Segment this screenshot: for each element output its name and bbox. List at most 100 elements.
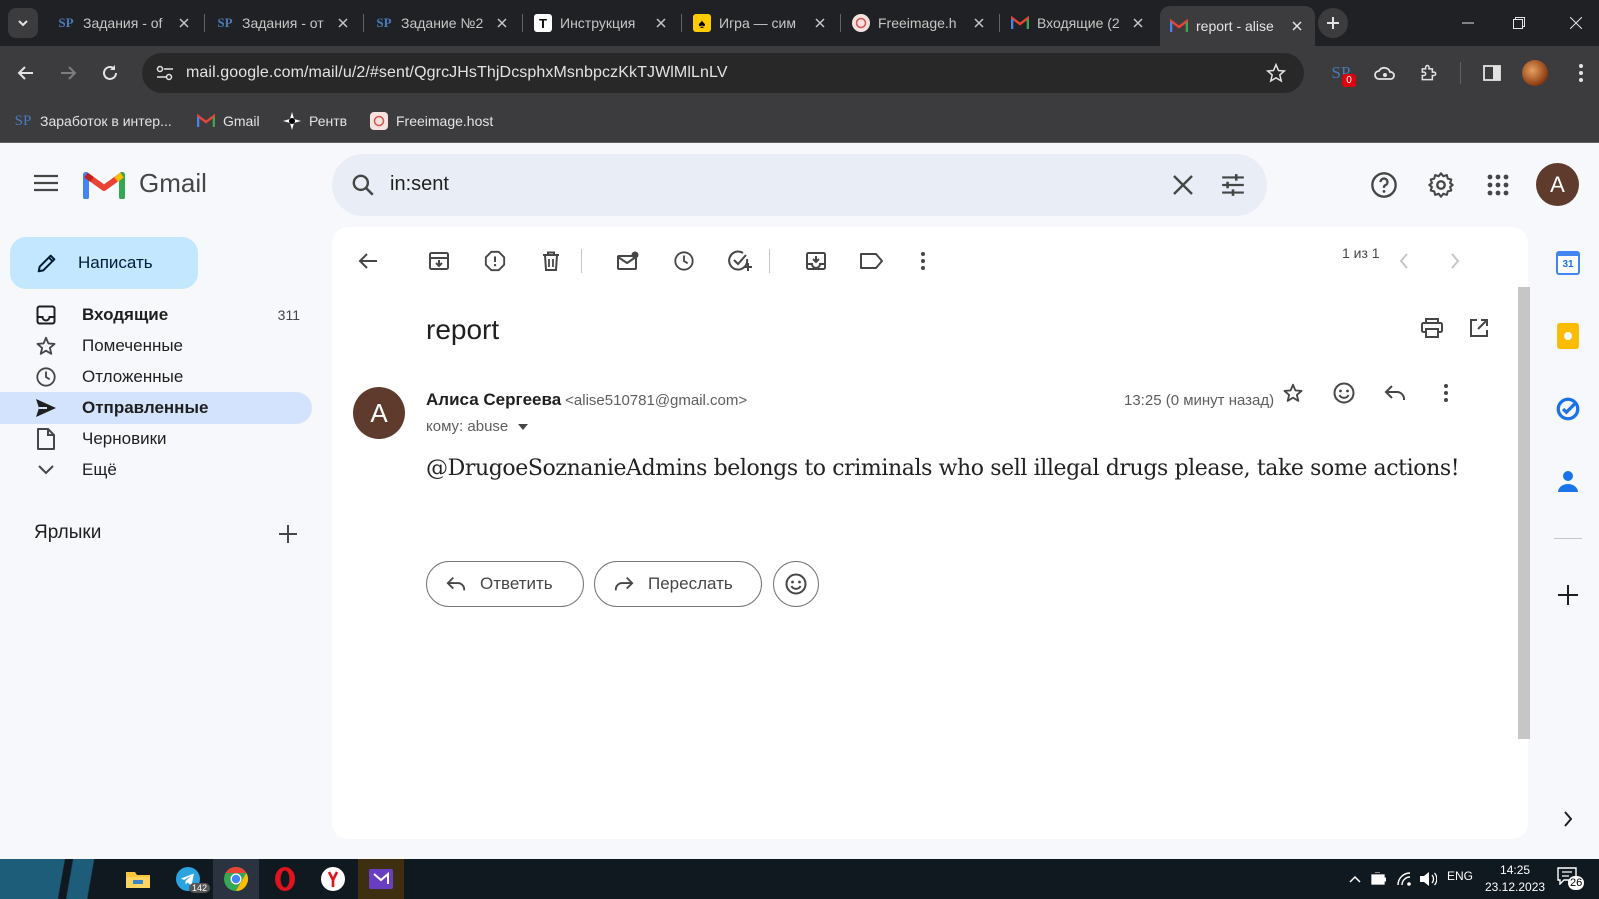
add-to-tasks-button[interactable]: [722, 243, 758, 279]
older-button[interactable]: [1437, 243, 1473, 279]
browser-tab[interactable]: SP Задания - от: [206, 6, 361, 40]
clear-search-icon[interactable]: [1172, 174, 1194, 196]
search-icon[interactable]: [350, 172, 376, 198]
close-window-button[interactable]: [1553, 8, 1599, 38]
reply-icon-button[interactable]: [1377, 375, 1413, 411]
taskbar-clock[interactable]: 14:25 23.12.2023: [1485, 862, 1545, 896]
more-actions-button[interactable]: [905, 243, 941, 279]
site-settings-icon[interactable]: [156, 65, 174, 81]
side-panel-button[interactable]: [1477, 58, 1507, 88]
compose-button[interactable]: Написать: [10, 237, 198, 289]
browser-tab[interactable]: T Инструкция: [524, 6, 679, 40]
bookmark-item[interactable]: Freeimage.host: [370, 109, 493, 133]
delete-button[interactable]: [533, 243, 569, 279]
nav-drafts[interactable]: Черновики: [0, 423, 312, 455]
search-options-icon[interactable]: [1220, 172, 1246, 198]
close-tab-icon[interactable]: [812, 15, 828, 31]
gmail-logo[interactable]: Gmail: [83, 167, 207, 199]
close-tab-icon[interactable]: [971, 15, 987, 31]
opera-button[interactable]: [262, 859, 308, 899]
tasks-app-button[interactable]: [1548, 389, 1588, 429]
browser-tab[interactable]: SP Задание №2: [365, 6, 520, 40]
address-bar[interactable]: mail.google.com/mail/u/2/#sent/QgrcJHsTh…: [142, 53, 1304, 93]
caret-down-icon[interactable]: [518, 423, 529, 430]
keep-app-button[interactable]: [1548, 316, 1588, 356]
contacts-app-button[interactable]: [1548, 461, 1588, 501]
tab-search-button[interactable]: [8, 8, 38, 38]
nav-snoozed[interactable]: Отложенные: [0, 361, 312, 393]
browser-tab[interactable]: Входящие (2: [1001, 6, 1156, 40]
network-icon[interactable]: [1397, 872, 1413, 886]
browser-tab[interactable]: ♠ Игра — сим: [683, 6, 838, 40]
search-input[interactable]: in:sent: [390, 173, 449, 196]
browser-tab-active[interactable]: report - alise: [1160, 6, 1315, 46]
get-addons-button[interactable]: [1548, 575, 1588, 615]
reload-button[interactable]: [95, 58, 125, 88]
language-indicator[interactable]: ENG: [1447, 869, 1473, 883]
star-message-button[interactable]: [1275, 375, 1311, 411]
chrome-taskbar-button[interactable]: [213, 859, 259, 899]
media-app-button[interactable]: [358, 859, 404, 899]
nav-sent[interactable]: Отправленные: [0, 392, 312, 424]
bookmark-item[interactable]: Рентв: [283, 109, 347, 133]
calendar-app-button[interactable]: 31: [1548, 243, 1588, 283]
account-avatar[interactable]: A: [1536, 163, 1579, 206]
main-menu-button[interactable]: [28, 165, 64, 201]
back-to-list-button[interactable]: [350, 243, 386, 279]
forward-button[interactable]: [53, 58, 83, 88]
open-new-window-button[interactable]: [1461, 310, 1497, 346]
browser-tab[interactable]: Freeimage.h: [842, 6, 997, 40]
battery-icon[interactable]: [1371, 872, 1387, 886]
cloud-extension[interactable]: [1370, 58, 1400, 88]
chrome-menu-button[interactable]: [1566, 58, 1596, 88]
close-tab-icon[interactable]: [494, 15, 510, 31]
snooze-button[interactable]: [666, 243, 702, 279]
tray-expand-icon[interactable]: [1349, 875, 1361, 883]
print-button[interactable]: [1414, 310, 1450, 346]
nav-inbox[interactable]: Входящие 311: [0, 299, 312, 331]
extensions-button[interactable]: [1414, 58, 1444, 88]
start-button[interactable]: [0, 859, 110, 899]
search-bar[interactable]: in:sent: [332, 154, 1267, 216]
recipient-line[interactable]: кому: abuse: [426, 418, 529, 435]
notifications-button[interactable]: 26: [1557, 867, 1585, 891]
bookmark-item[interactable]: Gmail: [197, 109, 260, 133]
volume-icon[interactable]: [1419, 871, 1437, 887]
close-tab-icon[interactable]: [1130, 15, 1146, 31]
add-reaction-button[interactable]: [1326, 375, 1362, 411]
newer-button[interactable]: [1386, 243, 1422, 279]
message-more-button[interactable]: [1428, 375, 1464, 411]
profile-button[interactable]: [1520, 58, 1550, 88]
hide-side-panel-button[interactable]: [1548, 799, 1588, 839]
close-tab-icon[interactable]: [176, 15, 192, 31]
apps-button[interactable]: [1480, 167, 1516, 203]
close-tab-icon[interactable]: [1289, 18, 1305, 34]
reply-button[interactable]: Ответить: [426, 561, 584, 607]
close-tab-icon[interactable]: [653, 15, 669, 31]
scrollbar[interactable]: [1518, 287, 1530, 739]
forward-button[interactable]: Переслать: [594, 561, 762, 607]
help-button[interactable]: [1366, 167, 1402, 203]
move-to-button[interactable]: [798, 243, 834, 279]
labels-button[interactable]: [854, 243, 890, 279]
add-label-button[interactable]: [276, 522, 300, 546]
back-button[interactable]: [11, 58, 41, 88]
emoji-reaction-button[interactable]: [773, 561, 819, 607]
restore-button[interactable]: [1496, 8, 1542, 38]
close-tab-icon[interactable]: [335, 15, 351, 31]
report-spam-button[interactable]: [477, 243, 513, 279]
file-explorer-button[interactable]: [115, 859, 161, 899]
telegram-button[interactable]: 142: [165, 859, 211, 899]
archive-button[interactable]: [421, 243, 457, 279]
new-tab-button[interactable]: [1318, 8, 1348, 38]
bookmark-item[interactable]: SP Заработок в интер...: [14, 109, 172, 133]
minimize-button[interactable]: [1445, 8, 1491, 38]
settings-button[interactable]: [1423, 167, 1459, 203]
bookmark-star-icon[interactable]: [1266, 63, 1286, 83]
nav-more[interactable]: Ещё: [0, 454, 312, 486]
yandex-browser-button[interactable]: [310, 859, 356, 899]
nav-starred[interactable]: Помеченные: [0, 330, 312, 362]
mark-unread-button[interactable]: [610, 243, 646, 279]
sp-extension[interactable]: SP 0: [1326, 58, 1356, 88]
browser-tab[interactable]: SP Задания - of: [47, 6, 202, 40]
